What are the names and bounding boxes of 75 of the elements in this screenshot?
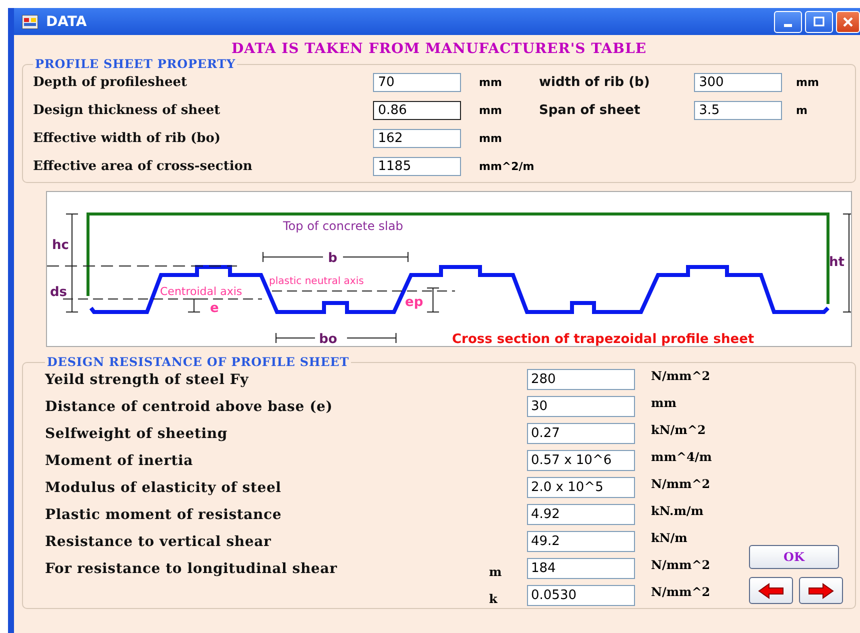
slab-label: Top of concrete slab [283, 219, 404, 233]
field-label: Effective area of cross-section [33, 159, 254, 174]
group-title: DESIGN RESISTANCE OF PROFILE SHEET [46, 355, 350, 369]
close-icon [842, 16, 854, 28]
close-button[interactable] [836, 10, 860, 32]
unit-label: m [795, 104, 808, 117]
unit-label: kN/m [650, 531, 688, 545]
next-button[interactable] [799, 577, 843, 604]
input-field[interactable]: 70 [373, 73, 461, 92]
input-field[interactable]: 162 [373, 129, 461, 148]
unit-label: mm [478, 76, 503, 89]
minimize-button[interactable] [774, 10, 802, 32]
axis-label: plastic neutral axis [269, 276, 364, 287]
maximize-icon [813, 16, 825, 28]
field-label: Yeild strength of steel Fy [45, 372, 250, 388]
unit-label: mm^2/m [478, 160, 536, 173]
unit-label: N/mm^2 [650, 558, 712, 572]
dimension-label: ep [405, 295, 424, 310]
field-label: Design thickness of sheet [33, 103, 222, 118]
dimension-line [188, 298, 200, 312]
input-field[interactable]: 300 [694, 73, 782, 92]
input-field[interactable]: 0.57 x 10^6 [527, 450, 635, 471]
minimize-icon [784, 24, 792, 27]
unit-label: kN/m^2 [650, 423, 707, 437]
input-field[interactable]: 0.86 [373, 101, 461, 120]
diagram-caption: Cross section of trapezoidal profile sheet [452, 332, 754, 346]
field-label: Plastic moment of resistance [45, 506, 283, 522]
input-field[interactable]: 184 [527, 558, 635, 579]
unit-label: mm [478, 132, 503, 145]
heading: DATA IS TAKEN FROM MANUFACTURER'S TABLE [230, 41, 648, 57]
maximize-button[interactable] [805, 10, 833, 32]
dimension-label: b [328, 251, 338, 266]
field-label: For resistance to longitudinal shear [45, 560, 338, 576]
previous-button[interactable] [749, 577, 793, 604]
window-title: DATA [46, 14, 87, 30]
input-field[interactable]: 30 [527, 396, 635, 417]
app-icon [22, 14, 38, 28]
unit-label: mm [478, 104, 503, 117]
right-arrow-icon [808, 582, 834, 598]
input-field[interactable]: 1185 [373, 157, 461, 176]
group-title: PROFILE SHEET PROPERTY [34, 57, 236, 71]
dimension-line [426, 288, 440, 312]
unit-label: N/mm^2 [650, 585, 712, 599]
unit-label: N/mm^2 [650, 477, 712, 491]
axis-label: Centroidal axis [160, 285, 242, 298]
field-label: Depth of profilesheet [33, 75, 188, 90]
symbol-label: k [489, 592, 498, 606]
input-field[interactable]: 3.5 [694, 101, 782, 120]
field-label: Distance of centroid above base (e) [45, 398, 334, 414]
field-label: Moment of inertia [45, 452, 194, 468]
unit-label: mm [795, 76, 820, 89]
input-field[interactable]: 0.27 [527, 423, 635, 444]
unit-label: mm [650, 396, 678, 410]
field-label: width of rib (b) [539, 75, 651, 90]
input-field[interactable]: 2.0 x 10^5 [527, 477, 635, 498]
field-label: Span of sheet [539, 103, 642, 118]
field-label: Modulus of elasticity of steel [45, 480, 282, 496]
input-field[interactable]: 0.0530 [527, 585, 635, 606]
dimension-label: bo [319, 332, 338, 346]
field-label: Effective width of rib (bo) [33, 131, 222, 146]
unit-label: mm^4/m [650, 450, 713, 464]
dimension-label: hc [52, 238, 69, 253]
unit-label: N/mm^2 [650, 369, 712, 383]
input-field[interactable]: 4.92 [527, 504, 635, 525]
dimension-label: e [210, 301, 219, 316]
ok-button[interactable]: OK [749, 545, 839, 569]
left-arrow-icon [758, 582, 784, 598]
field-label: Selfweight of sheeting [45, 426, 228, 442]
dimension-label: ds [50, 285, 68, 300]
input-field[interactable]: 49.2 [527, 531, 635, 552]
dimension-label: ht [829, 255, 844, 270]
input-field[interactable]: 280 [527, 369, 635, 390]
field-label: Resistance to vertical shear [45, 534, 272, 550]
symbol-label: m [489, 565, 503, 579]
unit-label: kN.m/m [650, 504, 704, 518]
